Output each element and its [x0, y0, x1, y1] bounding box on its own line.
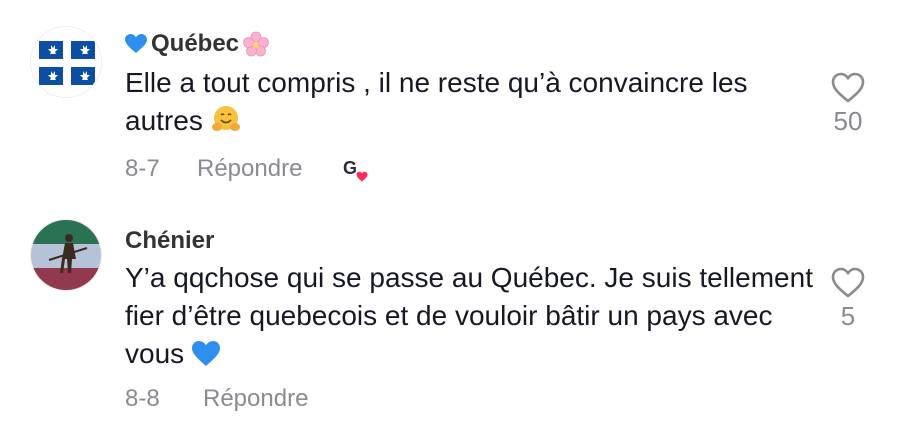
- comment-username[interactable]: Chénier: [125, 227, 214, 255]
- comment-text: Elle a tout compris , il ne reste qu’à c…: [125, 64, 815, 140]
- user-avatar[interactable]: [30, 26, 102, 98]
- blue-heart-icon: [191, 341, 220, 366]
- like-count: 50: [833, 106, 863, 136]
- reply-wrap: Répondre: [197, 155, 342, 183]
- like-count: 5: [840, 301, 856, 331]
- hugging-face-icon: [211, 106, 240, 131]
- comment-username[interactable]: Québec: [125, 30, 269, 58]
- comment-meta: 8-8 Répondre: [125, 385, 308, 413]
- heart-outline-icon: [831, 72, 865, 103]
- comment-item: Québec Elle a tout compris , il ne reste…: [0, 0, 908, 205]
- quebec-flag-avatar: [31, 27, 101, 97]
- comment-item: Chénier Y’a qqchose qui se passe au Québ…: [0, 205, 908, 434]
- reply-button[interactable]: Répondre: [197, 155, 302, 182]
- comment-text-content: Y’a qqchose qui se passe au Québec. Je s…: [125, 262, 813, 369]
- like-button[interactable]: 50: [818, 72, 878, 137]
- comment-date: 8-7: [125, 155, 160, 182]
- username-text: Chénier: [125, 227, 215, 254]
- comment-meta: 8-7 Répondre G: [125, 155, 372, 183]
- reply-button[interactable]: Répondre: [203, 385, 308, 413]
- patriot-flag-avatar: [31, 220, 101, 290]
- username-text: Québec: [151, 30, 240, 57]
- like-button[interactable]: 5: [818, 267, 878, 332]
- cherry-blossom-icon: [243, 31, 269, 57]
- comment-date: 8-8: [125, 385, 160, 412]
- blue-heart-icon: [125, 34, 147, 53]
- heart-outline-icon: [831, 267, 865, 298]
- comment-text: Y’a qqchose qui se passe au Québec. Je s…: [125, 259, 815, 373]
- creator-liked-badge: G: [342, 155, 372, 183]
- creator-heart-icon: G: [343, 158, 369, 183]
- user-avatar[interactable]: [30, 219, 102, 291]
- svg-text:G: G: [343, 158, 357, 178]
